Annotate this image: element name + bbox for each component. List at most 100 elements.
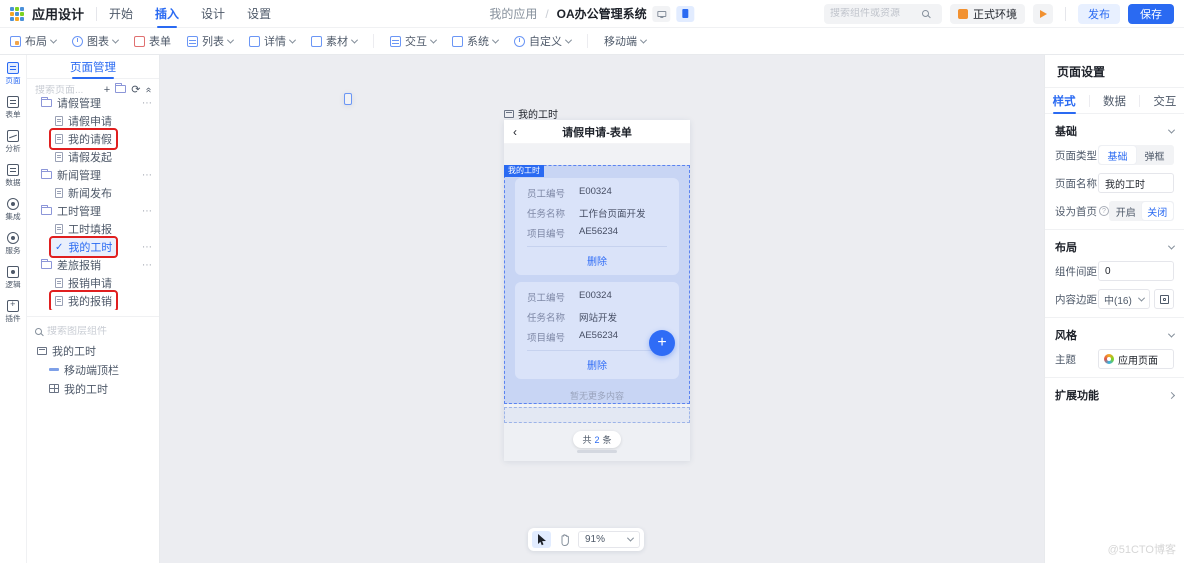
- back-icon[interactable]: ‹: [513, 126, 517, 138]
- worktime-card[interactable]: 员工编号 E00324 任务名称 网站开发 项目编号 AE56234 删除: [515, 282, 679, 379]
- menu-insert[interactable]: 插入: [155, 0, 179, 28]
- zoom-level-select[interactable]: 91%: [578, 531, 640, 548]
- tool-list[interactable]: 列表: [187, 33, 235, 49]
- rail-forms[interactable]: 表单: [5, 96, 21, 120]
- services-icon: [7, 232, 19, 244]
- selected-list-component[interactable]: 我的工时 员工编号 E00324 任务名称 工作台页面开发 项目编号 AE56234 …: [504, 165, 690, 404]
- menu-settings[interactable]: 设置: [247, 0, 271, 28]
- homepage-row: 设为首页 ? 开启 关闭: [1055, 201, 1174, 221]
- section-style-header[interactable]: 风格: [1055, 318, 1176, 349]
- tree-page-expense-apply[interactable]: 报销申请: [27, 274, 159, 292]
- hand-icon: [561, 533, 569, 546]
- page-type-basic[interactable]: 基础: [1099, 146, 1136, 164]
- more-icon[interactable]: ⋯: [142, 206, 153, 217]
- tool-layout[interactable]: 布局: [10, 33, 58, 49]
- rail-plugins[interactable]: 插件: [5, 299, 21, 324]
- tool-mobile[interactable]: 移动端: [344, 33, 648, 105]
- delete-button[interactable]: 删除: [527, 355, 667, 374]
- section-extended-header[interactable]: 扩展功能: [1055, 378, 1176, 409]
- layers-search-input[interactable]: [47, 325, 151, 337]
- card-row: 项目编号 AE56234: [527, 330, 667, 344]
- theme-select[interactable]: 应用页面: [1098, 349, 1174, 369]
- tree-label: 报销申请: [68, 278, 112, 290]
- delete-button[interactable]: 删除: [527, 251, 667, 270]
- preview-button[interactable]: [1033, 3, 1053, 24]
- tree-folder-worktime[interactable]: 工时管理 ⋯: [27, 202, 159, 220]
- tab-interaction[interactable]: 交互: [1151, 88, 1178, 114]
- mobile-view-button[interactable]: [676, 5, 695, 22]
- tab-page-management[interactable]: 页面管理: [68, 55, 118, 79]
- breadcrumb-parent[interactable]: 我的应用: [489, 5, 537, 22]
- tool-custom[interactable]: 自定义: [514, 33, 573, 49]
- tool-form[interactable]: 表单: [134, 33, 171, 49]
- desktop-view-button[interactable]: [652, 5, 671, 22]
- component-search[interactable]: [824, 3, 942, 24]
- pan-tool-button[interactable]: [555, 531, 574, 548]
- chart-icon: [72, 35, 83, 47]
- rail-logic[interactable]: 逻辑: [5, 266, 21, 290]
- more-icon[interactable]: ⋯: [142, 242, 153, 253]
- breadcrumb: 我的应用 / OA办公管理系统: [489, 5, 695, 22]
- tab-data[interactable]: 数据: [1101, 88, 1128, 114]
- content-padding-label: 内容边距: [1055, 293, 1097, 306]
- tab-style[interactable]: 样式: [1051, 88, 1078, 114]
- section-title: 扩展功能: [1055, 390, 1099, 402]
- publish-button[interactable]: 发布: [1078, 3, 1120, 24]
- save-button[interactable]: 保存: [1128, 3, 1174, 24]
- mobile-preview-frame[interactable]: ‹ 请假申请-表单 我的工时 员工编号 E00324 任务名称 工作台页面开发 项目…: [504, 120, 690, 461]
- content-padding-select[interactable]: 中(16): [1098, 289, 1150, 309]
- section-layout-header[interactable]: 布局: [1055, 230, 1176, 261]
- tree-page-leave-apply[interactable]: 请假申请: [27, 112, 159, 130]
- tree-page-my-expense[interactable]: 我的报销: [27, 290, 159, 310]
- component-spacing-input[interactable]: [1098, 261, 1174, 281]
- tree-page-worktime-fill[interactable]: 工时填报: [27, 220, 159, 238]
- more-icon[interactable]: ⋯: [142, 260, 153, 271]
- tool-chart[interactable]: 图表: [72, 33, 120, 49]
- tool-system[interactable]: 系统: [452, 33, 500, 49]
- rail-integration[interactable]: 集成: [5, 198, 21, 222]
- layer-page-root[interactable]: 我的工时: [27, 341, 159, 360]
- menu-design[interactable]: 设计: [201, 0, 225, 28]
- page-type-modal[interactable]: 弹框: [1136, 146, 1173, 164]
- rail-analysis[interactable]: 分析: [5, 130, 21, 154]
- menu-start[interactable]: 开始: [109, 0, 133, 28]
- layer-mobile-topbar[interactable]: 移动端顶栏: [27, 360, 159, 379]
- tree-page-my-worktime[interactable]: ✓ 我的工时 ⋯: [27, 236, 159, 258]
- rail-services[interactable]: 服务: [5, 232, 21, 256]
- mobile-navbar[interactable]: ‹ 请假申请-表单: [504, 120, 690, 144]
- field-value: E00324: [579, 186, 612, 197]
- tool-material[interactable]: 素材: [311, 33, 359, 49]
- tree-folder-expense[interactable]: 差旅报销 ⋯: [27, 256, 159, 274]
- rail-pages[interactable]: 页面: [5, 62, 21, 86]
- tree-page-leave-initiate[interactable]: 请假发起: [27, 148, 159, 166]
- layer-my-worktime-list[interactable]: 我的工时: [27, 379, 159, 398]
- tool-interaction[interactable]: 交互: [390, 33, 438, 49]
- tree-page-my-leave[interactable]: 我的请假: [27, 128, 159, 150]
- section-basic-header[interactable]: 基础: [1055, 114, 1176, 145]
- field-label: 项目编号: [527, 229, 566, 240]
- page-name-input[interactable]: [1098, 173, 1174, 193]
- page-name-label: 页面名称: [1055, 177, 1097, 190]
- tree-page-news-publish[interactable]: 新闻发布: [27, 184, 159, 202]
- tree-folder-leave[interactable]: 请假管理 ⋯: [27, 94, 159, 112]
- custom-padding-button[interactable]: [1154, 289, 1174, 309]
- tool-detail[interactable]: 详情: [249, 33, 297, 49]
- rail-data[interactable]: 数据: [5, 164, 21, 188]
- chevron-down-icon: [491, 36, 500, 44]
- rail-label: 表单: [5, 110, 21, 119]
- more-icon[interactable]: ⋯: [142, 98, 153, 109]
- info-icon[interactable]: ?: [1099, 206, 1109, 216]
- tree-folder-news[interactable]: 新闻管理 ⋯: [27, 166, 159, 184]
- design-canvas[interactable]: 我的工时 ‹ 请假申请-表单 我的工时 员工编号 E00324 任务名称 工作台页面…: [160, 55, 1044, 563]
- component-search-input[interactable]: [830, 8, 922, 19]
- collapse-all-icon[interactable]: «: [143, 87, 154, 93]
- select-tool-button[interactable]: [532, 531, 551, 548]
- app-grid-icon[interactable]: [10, 6, 24, 21]
- homepage-off[interactable]: 关闭: [1141, 202, 1173, 220]
- environment-switch[interactable]: 正式环境: [950, 3, 1025, 24]
- add-record-fab[interactable]: +: [649, 330, 675, 356]
- worktime-card[interactable]: 员工编号 E00324 任务名称 工作台页面开发 项目编号 AE56234 删除: [515, 178, 679, 275]
- more-icon[interactable]: ⋯: [142, 170, 153, 181]
- empty-placeholder-component[interactable]: [504, 407, 690, 423]
- homepage-on[interactable]: 开启: [1110, 202, 1142, 220]
